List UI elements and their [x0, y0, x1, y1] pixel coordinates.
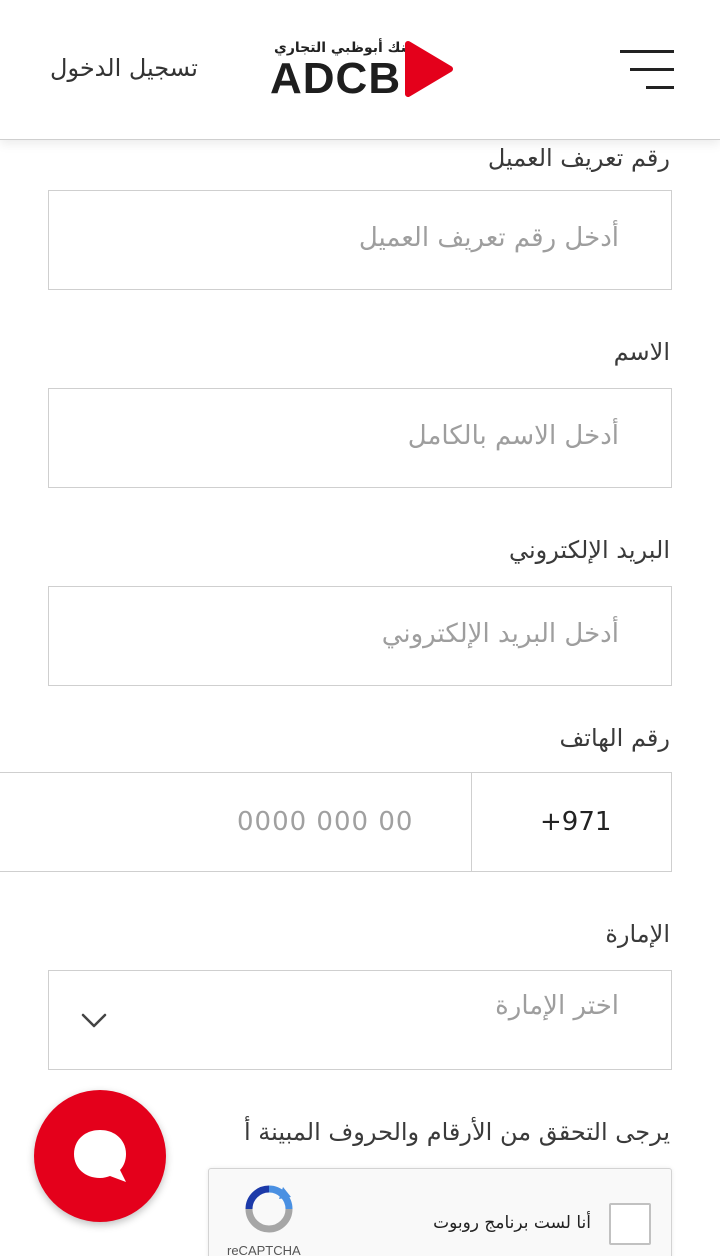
logo-triangle-icon — [405, 41, 453, 97]
recaptcha-checkbox[interactable] — [609, 1203, 651, 1245]
country-code-value: +971 — [540, 807, 612, 837]
name-placeholder: أدخل الاسم بالكامل — [407, 421, 619, 451]
name-input[interactable]: أدخل الاسم بالكامل — [48, 388, 672, 488]
chevron-down-icon — [81, 1013, 107, 1028]
emirate-placeholder: اختر الإمارة — [495, 991, 619, 1021]
country-code-select[interactable]: +971 — [471, 773, 671, 871]
recaptcha-label: أنا لست برنامج روبوت — [433, 1213, 591, 1233]
customer-id-input[interactable]: أدخل رقم تعريف العميل — [48, 190, 672, 290]
phone-number-input[interactable]: 0000 000 00 — [237, 807, 413, 837]
login-link[interactable]: تسجيل الدخول — [50, 54, 198, 82]
customer-id-placeholder: أدخل رقم تعريف العميل — [358, 223, 619, 253]
email-placeholder: أدخل البريد الإلكتروني — [381, 619, 619, 649]
name-label: الاسم — [613, 338, 670, 366]
phone-input-group: +971 0000 000 00 — [0, 772, 672, 872]
phone-label: رقم الهاتف — [559, 724, 670, 752]
adcb-logo[interactable]: بنك أبوظبي التجاري ADCB — [268, 40, 458, 103]
captcha-instruction: يرجى التحقق من الأرقام والحروف المبينة أ — [243, 1118, 670, 1146]
email-input[interactable]: أدخل البريد الإلكتروني — [48, 586, 672, 686]
customer-id-label: رقم تعريف العميل — [487, 144, 670, 172]
hamburger-menu-icon[interactable] — [618, 46, 674, 92]
email-label: البريد الإلكتروني — [508, 536, 670, 564]
chat-bubble-icon — [74, 1130, 126, 1182]
recaptcha-widget: أنا لست برنامج روبوت reCAPTCHA — [208, 1168, 672, 1256]
app-header: تسجيل الدخول بنك أبوظبي التجاري ADCB — [0, 0, 720, 140]
emirate-label: الإمارة — [605, 920, 670, 948]
emirate-select[interactable]: اختر الإمارة — [48, 970, 672, 1070]
recaptcha-logo-icon — [245, 1185, 293, 1233]
recaptcha-brand: reCAPTCHA — [227, 1243, 301, 1256]
logo-english-text: ADCB — [270, 54, 402, 103]
chat-button[interactable] — [34, 1090, 166, 1222]
